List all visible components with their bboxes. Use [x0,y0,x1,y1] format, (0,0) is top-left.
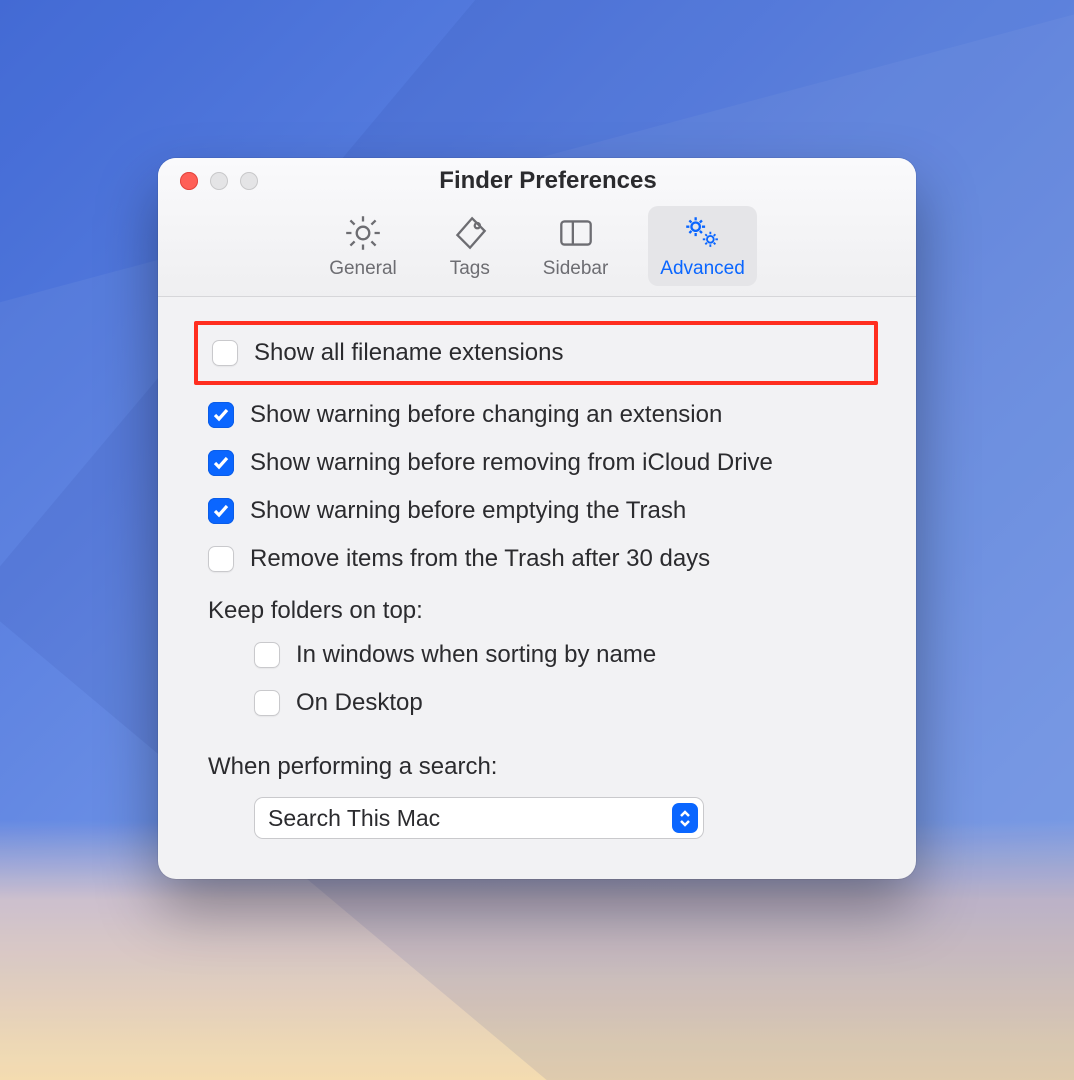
sidebar-icon [555,212,597,254]
window-title: Finder Preferences [180,167,916,195]
option-warn-trash[interactable]: Show warning before emptying the Trash [208,487,866,535]
search-label: When performing a search: [208,727,866,787]
gears-icon [682,212,724,254]
option-label: In windows when sorting by name [296,641,656,669]
option-folders-windows[interactable]: In windows when sorting by name [208,631,866,679]
option-label: Show warning before emptying the Trash [250,497,686,525]
checkbox[interactable] [208,402,234,428]
option-show-extensions[interactable]: Show all filename extensions [194,321,878,385]
tab-tags[interactable]: Tags [437,206,503,286]
tab-label: Tags [450,258,490,280]
gear-icon [342,212,384,254]
toolbar: General Tags Sidebar [158,206,916,286]
tab-label: Advanced [660,258,745,280]
tab-advanced[interactable]: Advanced [648,206,757,286]
option-trash-30-days[interactable]: Remove items from the Trash after 30 day… [208,535,866,583]
checkbox[interactable] [208,498,234,524]
search-scope-select[interactable]: Search This Mac [254,797,704,839]
option-label: Show warning before removing from iCloud… [250,449,773,477]
option-label: On Desktop [296,689,423,717]
tab-label: Sidebar [543,258,609,280]
preferences-window: Finder Preferences General Tags [158,158,916,879]
checkbox[interactable] [254,690,280,716]
option-label: Remove items from the Trash after 30 day… [250,545,710,573]
advanced-pane: Show all filename extensions Show warnin… [158,297,916,879]
checkbox[interactable] [212,340,238,366]
chevron-up-down-icon [672,803,698,833]
select-value: Search This Mac [268,805,440,832]
keep-folders-label: Keep folders on top: [208,583,866,631]
checkbox[interactable] [208,450,234,476]
option-label: Show warning before changing an extensio… [250,401,722,429]
tab-general[interactable]: General [317,206,409,286]
tag-icon [449,212,491,254]
checkbox[interactable] [254,642,280,668]
checkbox[interactable] [208,546,234,572]
option-warn-icloud[interactable]: Show warning before removing from iCloud… [208,439,866,487]
desktop-background: Finder Preferences General Tags [0,0,1074,1080]
tab-sidebar[interactable]: Sidebar [531,206,621,286]
option-warn-extension[interactable]: Show warning before changing an extensio… [208,391,866,439]
titlebar: Finder Preferences General Tags [158,158,916,297]
tab-label: General [329,258,397,280]
option-folders-desktop[interactable]: On Desktop [208,679,866,727]
option-label: Show all filename extensions [254,339,564,367]
